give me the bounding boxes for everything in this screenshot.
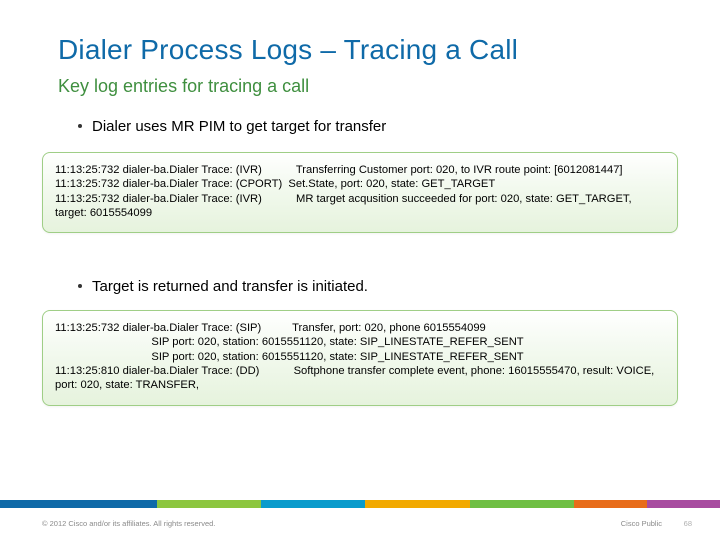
- footer-seg-7: [647, 500, 720, 508]
- bullet-1: Dialer uses MR PIM to get target for tra…: [78, 118, 386, 135]
- bullet-1-text: Dialer uses MR PIM to get target for tra…: [92, 118, 386, 135]
- footer-seg-4: [365, 500, 469, 508]
- slide-title: Dialer Process Logs – Tracing a Call: [58, 34, 518, 66]
- log-box-1-text: 11:13:25:732 dialer-ba.Dialer Trace: (IV…: [55, 163, 665, 220]
- log-box-1: 11:13:25:732 dialer-ba.Dialer Trace: (IV…: [42, 152, 678, 233]
- footer-seg-5: [470, 500, 574, 508]
- slide-subtitle: Key log entries for tracing a call: [58, 76, 309, 97]
- copyright-text: © 2012 Cisco and/or its affiliates. All …: [42, 519, 215, 528]
- bullet-2-text: Target is returned and transfer is initi…: [92, 278, 368, 295]
- footer-seg-3: [261, 500, 365, 508]
- bullet-dot-icon: [78, 284, 82, 288]
- cisco-public-text: Cisco Public: [621, 519, 662, 528]
- log-box-2: 11:13:25:732 dialer-ba.Dialer Trace: (SI…: [42, 310, 678, 406]
- page-number: 68: [684, 519, 692, 528]
- footer-seg-2: [157, 500, 261, 508]
- bullet-dot-icon: [78, 124, 82, 128]
- footer-seg-1: [0, 500, 157, 508]
- bullet-2: Target is returned and transfer is initi…: [78, 278, 368, 295]
- slide: Dialer Process Logs – Tracing a Call Key…: [0, 0, 720, 540]
- log-box-2-text: 11:13:25:732 dialer-ba.Dialer Trace: (SI…: [55, 321, 665, 393]
- footer-seg-6: [574, 500, 647, 508]
- footer-color-bar: [0, 500, 720, 508]
